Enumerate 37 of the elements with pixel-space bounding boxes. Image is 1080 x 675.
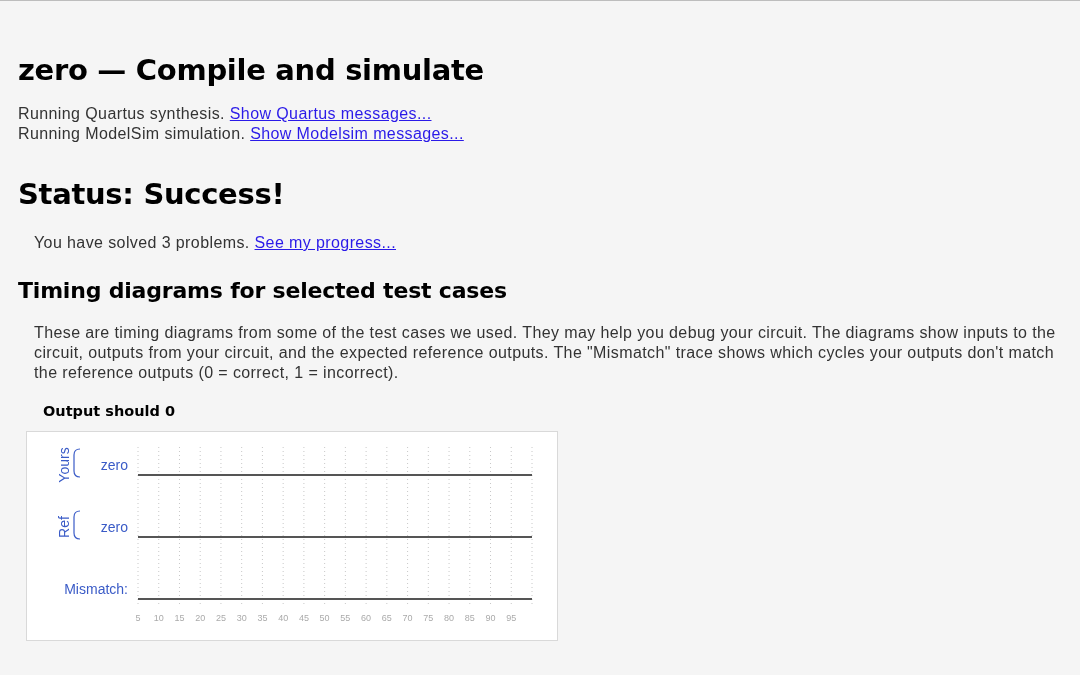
tick-label: 65: [381, 613, 392, 623]
signal-label: Mismatch:: [64, 581, 128, 597]
signal-label: zero: [100, 519, 128, 535]
tick-label: 15: [174, 613, 185, 623]
tick-label: 50: [319, 613, 330, 623]
description-text: These are timing diagrams from some of the test cases we used. They may help you debug your circuit. The diagrams show inputs to the circuit, outputs from your circuit, and the expected reference outputs. The "Mismatch" trace shows which cycles your outputs don't match the reference outputs (0 = correct, 1 = incorrect).: [34, 323, 1057, 383]
tick-label: 90: [485, 613, 496, 623]
tick-label: 85: [464, 613, 475, 623]
tick-label: 45: [298, 613, 309, 623]
tick-label: 95: [506, 613, 517, 623]
status-message: Running Quartus synthesis. Show Quartus messages...: [18, 104, 433, 124]
signal-label: zero: [100, 457, 128, 473]
tick-label: 40: [278, 613, 289, 623]
page-title: zero — Compile and simulate: [18, 52, 485, 89]
tick-label: 60: [361, 613, 372, 623]
progress-link[interactable]: See my progress...: [254, 234, 396, 251]
bracket-icon: [73, 448, 81, 478]
tick-label: 20: [195, 613, 206, 623]
tick-label: 10: [153, 613, 164, 623]
section-heading: Timing diagrams for selected test cases: [18, 277, 508, 305]
status-heading: Status: Success!: [18, 176, 286, 213]
tick-label: 35: [257, 613, 268, 623]
show-messages-link[interactable]: Show Quartus messages...: [229, 105, 432, 122]
tick-label: 55: [340, 613, 351, 623]
group-label: Yours: [56, 447, 72, 483]
tick-label: 70: [402, 613, 413, 623]
bracket-icon: [73, 510, 81, 540]
diagram-title: Output should 0: [43, 402, 175, 421]
tick-label: 75: [423, 613, 434, 623]
show-messages-link[interactable]: Show Modelsim messages...: [250, 125, 464, 142]
status-message: Running ModelSim simulation. Show Modelsim messages...: [18, 124, 465, 144]
tick-label: 25: [215, 613, 226, 623]
tick-label: 30: [236, 613, 247, 623]
group-label: Ref: [56, 516, 72, 538]
tick-label: 5: [135, 613, 141, 623]
tick-label: 80: [444, 613, 455, 623]
progress-message: You have solved 3 problems. See my progress...: [34, 233, 397, 253]
